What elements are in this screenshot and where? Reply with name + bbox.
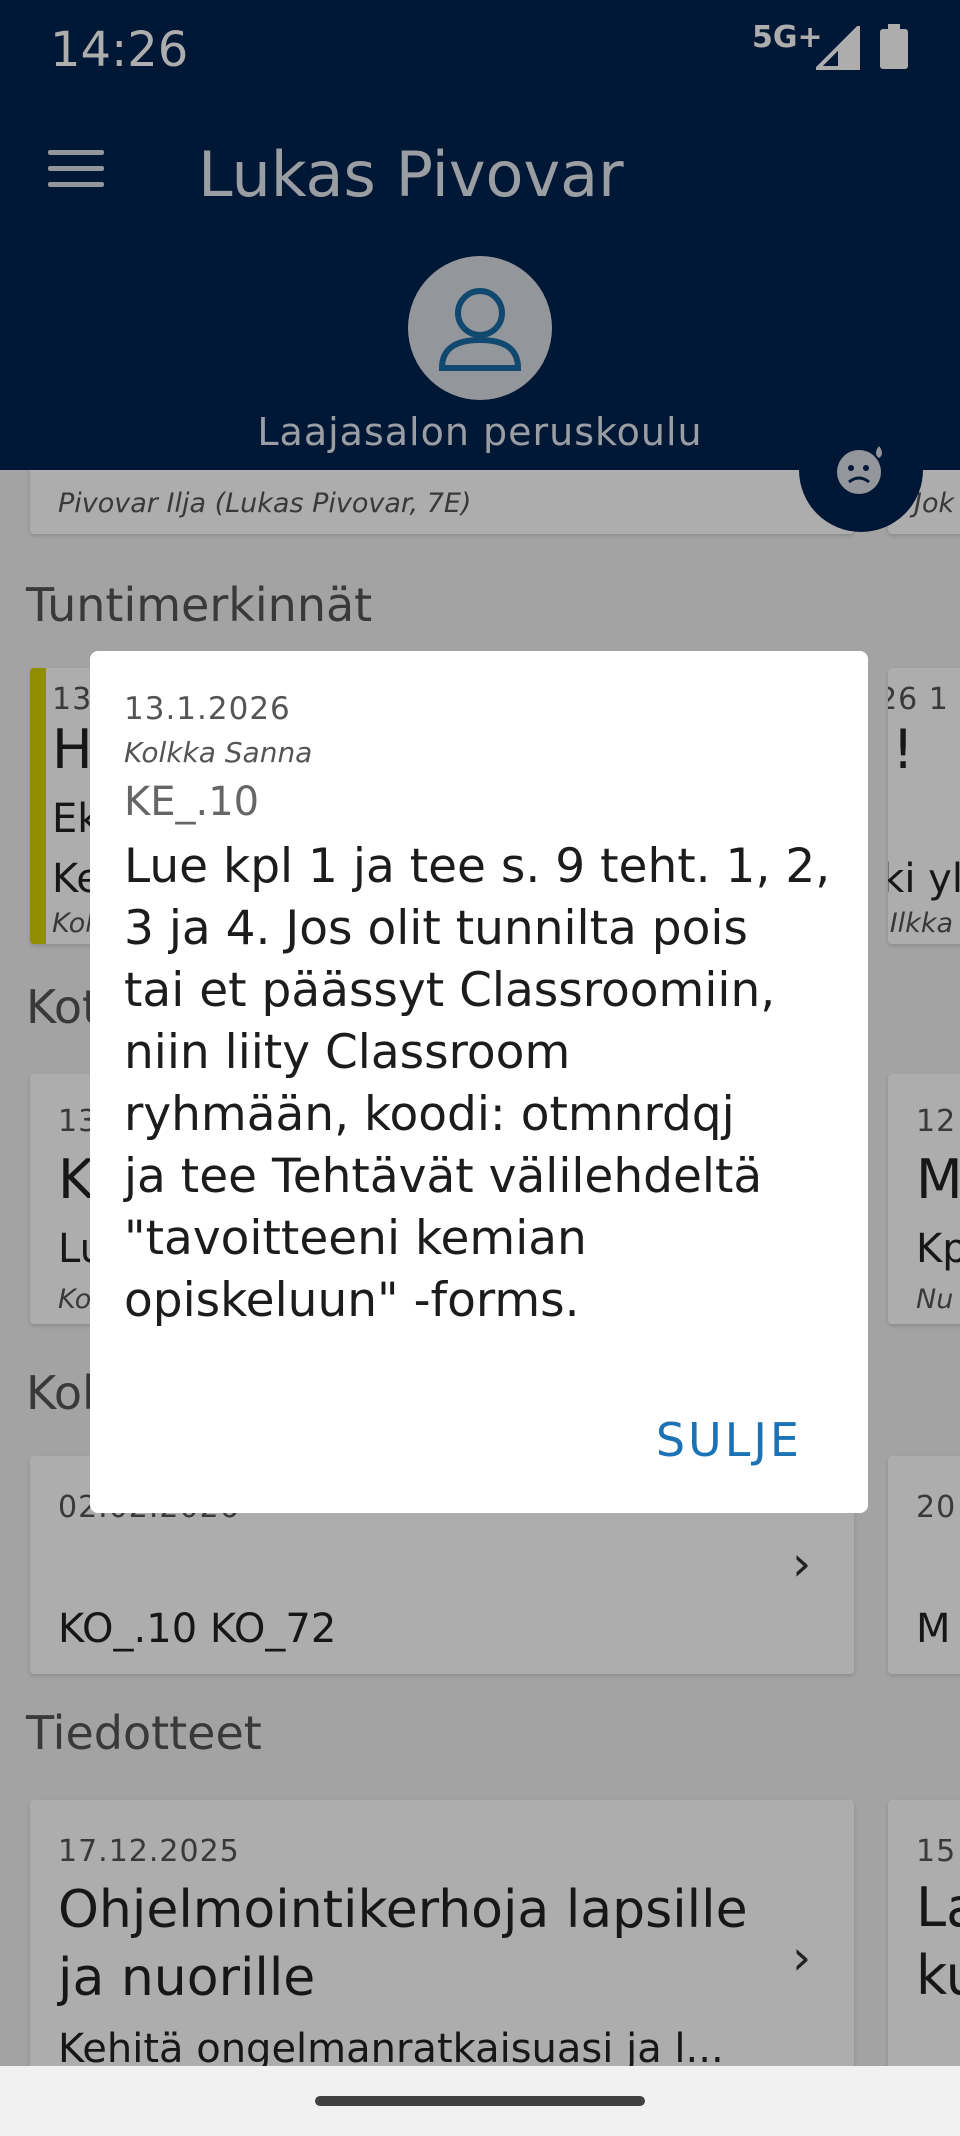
lesson-dialog: 13.1.2026 Kolkka Sanna KE_.10 Lue kpl 1 … bbox=[90, 651, 868, 1513]
dialog-body: Lue kpl 1 ja tee s. 9 teht. 1, 2, 3 ja 4… bbox=[124, 839, 831, 1328]
dialog-course: KE_.10 bbox=[124, 779, 260, 825]
system-nav-bar bbox=[0, 2066, 960, 2136]
dialog-date: 13.1.2026 bbox=[124, 691, 291, 727]
gesture-handle[interactable] bbox=[315, 2096, 645, 2106]
close-button[interactable]: SULJE bbox=[656, 1413, 802, 1467]
dialog-teacher: Kolkka Sanna bbox=[124, 736, 313, 769]
